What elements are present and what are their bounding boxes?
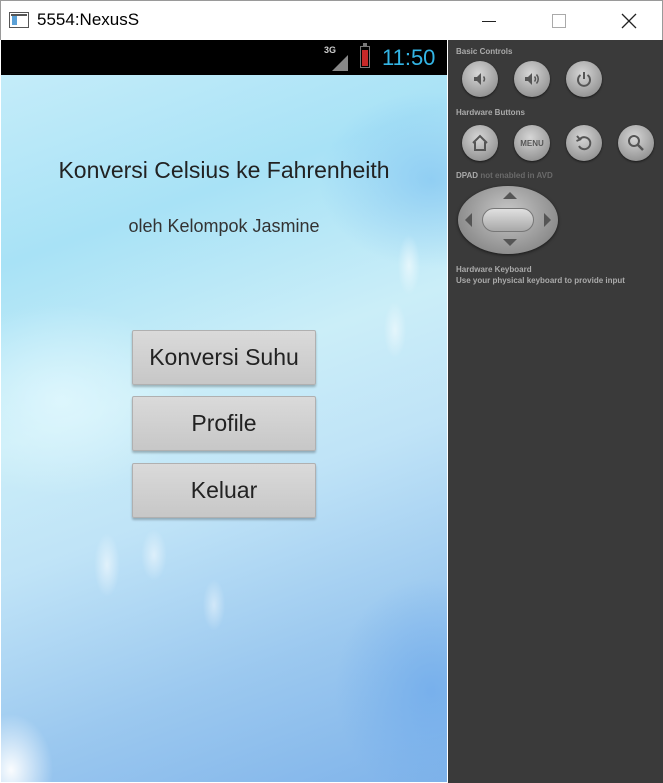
close-icon — [621, 13, 637, 29]
volume-down-icon — [474, 73, 486, 85]
emulator-screen: 3G 11:50 Konversi Celsius ke Fahrenheith… — [1, 40, 447, 782]
volume-up-button[interactable] — [514, 61, 550, 97]
keluar-button[interactable]: Keluar — [132, 463, 316, 518]
menu-button[interactable]: MENU — [514, 125, 550, 161]
emulator-control-panel: Basic Controls Hardware Buttons MENU DPA… — [448, 40, 663, 783]
network-type-label: 3G — [324, 45, 337, 55]
status-bar: 3G 11:50 — [1, 40, 447, 75]
maximize-button[interactable] — [536, 1, 582, 41]
app-window-icon — [9, 12, 29, 28]
dpad-right-icon[interactable] — [544, 213, 551, 227]
home-icon — [472, 134, 488, 151]
maximize-icon — [552, 14, 566, 28]
battery-level — [362, 50, 368, 66]
dpad-center-button[interactable] — [482, 208, 534, 232]
search-icon — [628, 135, 644, 151]
dpad-label: DPAD not enabled in AVD — [456, 171, 553, 180]
signal-icon: 3G — [324, 45, 350, 71]
search-button[interactable] — [618, 125, 654, 161]
close-button[interactable] — [606, 1, 652, 41]
battery-icon — [360, 43, 370, 68]
home-button[interactable] — [462, 125, 498, 161]
window-titlebar: 5554:NexusS — [0, 0, 663, 40]
hardware-buttons-label: Hardware Buttons — [456, 108, 525, 117]
dpad-up-icon[interactable] — [503, 192, 517, 199]
dpad-left-icon[interactable] — [465, 213, 472, 227]
basic-controls-label: Basic Controls — [456, 47, 513, 56]
menu-button-label: MENU — [520, 138, 544, 148]
page-subtitle: oleh Kelompok Jasmine — [128, 216, 320, 236]
status-clock: 11:50 — [382, 45, 436, 70]
power-icon — [577, 72, 591, 87]
signal-bars-icon — [332, 55, 348, 71]
dpad-down-icon[interactable] — [503, 239, 517, 246]
dpad-title: DPAD — [456, 171, 479, 180]
volume-up-icon — [525, 73, 539, 85]
dpad-control[interactable] — [458, 186, 558, 254]
back-icon — [576, 135, 592, 151]
page-title: Konversi Celsius ke Fahrenheith — [58, 157, 390, 183]
profile-button[interactable]: Profile — [132, 396, 316, 451]
hardware-keyboard-note: Use your physical keyboard to provide in… — [456, 276, 625, 285]
back-button[interactable] — [566, 125, 602, 161]
dpad-note: not enabled in AVD — [480, 171, 553, 180]
konversi-suhu-button[interactable]: Konversi Suhu — [132, 330, 316, 385]
power-button[interactable] — [566, 61, 602, 97]
window-title: 5554:NexusS — [37, 10, 140, 29]
minimize-icon — [482, 20, 496, 22]
minimize-button[interactable] — [466, 1, 512, 41]
hardware-keyboard-label: Hardware Keyboard — [456, 265, 532, 274]
volume-down-button[interactable] — [462, 61, 498, 97]
